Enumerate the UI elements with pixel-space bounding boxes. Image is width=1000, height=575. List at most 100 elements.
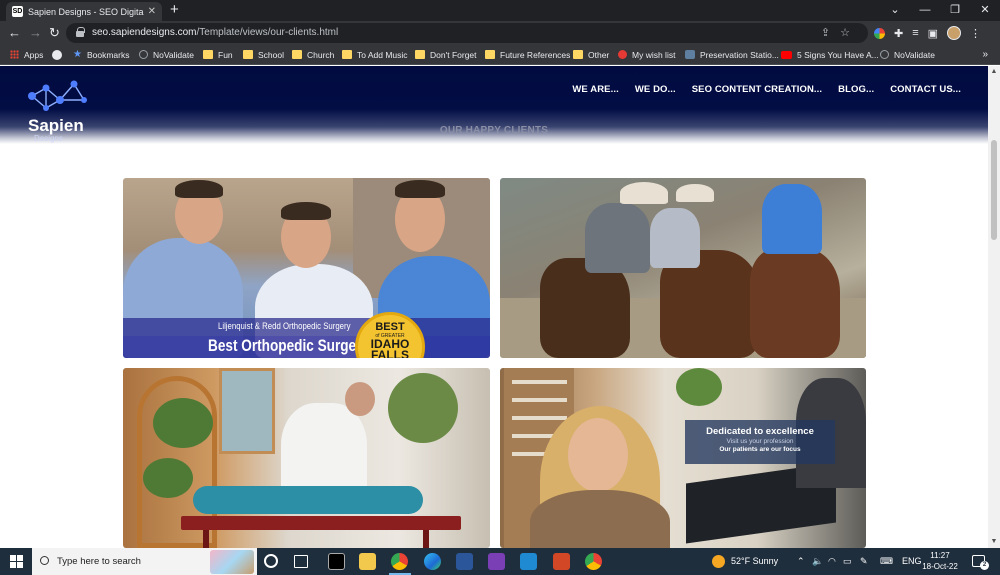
folder-icon [243,50,253,59]
client-card-orthopedic[interactable]: Liljenquist & Redd Orthopedic Surgery Be… [123,178,490,358]
restore-icon[interactable]: ❐ [940,0,970,21]
puzzle-extensions-icon[interactable]: ✚ [894,27,903,40]
share-and-bookmark-icons: ⇪☆ [821,23,860,43]
word-icon[interactable] [456,553,473,570]
page-viewport: Sapien Designs WE ARE... WE DO... SEO CO… [0,66,988,548]
keyboard-icon[interactable]: ⌨ [880,548,893,575]
lock-icon[interactable] [76,27,85,37]
reading-list-icon[interactable]: ≡ [912,27,918,39]
powerpoint-icon[interactable] [553,553,570,570]
bookmark-apps[interactable]: Apps [10,45,43,64]
more-bookmarks-icon[interactable]: » [982,45,988,64]
bookmark-church[interactable]: Church [292,45,334,64]
clock-time: 11:27 [930,551,950,560]
volume-icon[interactable]: 🔈 [812,548,823,575]
plant [676,368,722,406]
terminal-icon[interactable] [328,553,345,570]
cortana-icon[interactable] [264,554,278,568]
profile-avatar[interactable] [947,26,962,40]
reload-icon[interactable]: ↻ [49,24,60,42]
search-icon [40,556,49,565]
forward-icon[interactable]: → [29,24,42,42]
scroll-down-icon[interactable]: ▼ [988,536,1000,548]
bookmark-fun[interactable]: Fun [203,45,233,64]
wifi-icon[interactable]: ◠ [828,548,836,575]
bookmark-dont-forget[interactable]: Don't Forget [415,45,477,64]
bookmark-to-add-music[interactable]: To Add Music [342,45,408,64]
bookmark-novalidate[interactable]: NoValidate [139,45,194,64]
visual-studio-icon[interactable] [488,553,505,570]
cowboy-hat-center [676,184,714,202]
bookmark-school[interactable]: School [243,45,284,64]
bookmark-future-references[interactable]: Future References [485,45,570,64]
star-icon: ★ [73,49,82,60]
nav-we-do[interactable]: WE DO... [635,84,676,95]
chrome-second-icon[interactable] [585,553,602,570]
nav-seo-content-creation[interactable]: SEO CONTENT CREATION... [692,84,822,95]
browser-tab-active[interactable]: SD Sapien Designs - SEO Digital Ma ✕ [6,2,162,21]
weather-sun-icon[interactable] [712,555,725,568]
side-panel-icon[interactable]: ▣ [928,27,938,40]
bookmark-star-icon[interactable]: ☆ [840,27,860,39]
bookmark-github[interactable] [52,45,67,64]
client-card-ranch[interactable] [500,178,866,358]
nav-contact-us[interactable]: CONTACT US... [890,84,961,95]
close-tab-icon[interactable]: ✕ [148,6,156,17]
scroll-up-icon[interactable]: ▲ [988,66,1000,78]
new-tab-button[interactable]: + [170,1,179,19]
site-icon [685,50,695,59]
back-icon[interactable]: ← [8,24,21,42]
tagline-title: Dedicated to excellence [706,426,814,437]
taskbar-search[interactable]: Type here to search [32,548,257,575]
bookmark-novalidate-2[interactable]: NoValidate [880,45,935,64]
plant-right [388,373,458,443]
battery-icon[interactable]: ▭ [843,548,852,575]
url-text: seo.sapiendesigns.com/Template/views/our… [92,27,339,38]
bookmark-preservation-station[interactable]: Preservation Statio... [685,45,779,64]
file-explorer-icon[interactable] [359,553,376,570]
minimize-icon[interactable]: — [910,0,940,21]
bookmark-bookmarks[interactable]: ★ Bookmarks [73,45,129,64]
nav-we-are[interactable]: WE ARE... [572,84,618,95]
cowboy-hat-left [620,182,668,204]
scrollbar-thumb[interactable] [991,140,997,240]
close-window-icon[interactable]: ✕ [970,0,1000,21]
nav-blog[interactable]: BLOG... [838,84,874,95]
client-card-dental-office[interactable]: Dedicated to excellence Visit us your pr… [500,368,866,548]
bookmark-other[interactable]: Other [573,45,609,64]
folder-icon [342,50,352,59]
rider-left [585,203,650,273]
task-view-icon[interactable] [294,555,308,568]
pen-icon[interactable]: ✎ [860,548,868,575]
tab-search-icon[interactable]: ⌄ [880,0,910,21]
show-hidden-icons-icon[interactable]: ⌃ [797,548,805,575]
apps-grid-icon [10,50,19,59]
plant-left [153,398,213,448]
site-favicon-icon: SD [12,6,23,17]
page-scrollbar[interactable]: ▲ ▼ [988,66,1000,548]
search-placeholder: Type here to search [57,556,141,567]
chrome-icon[interactable] [391,553,408,570]
notification-count: 2 [980,561,989,570]
menu-kebab-icon[interactable]: ⋮ [970,27,981,40]
tagline-box: Dedicated to excellence Visit us your pr… [685,420,835,464]
bookmark-my-wish-list[interactable]: My wish list [618,45,675,64]
windows-start-icon[interactable] [10,555,23,568]
share-icon[interactable]: ⇪ [821,27,840,39]
system-clock[interactable]: 11:27 18-Oct-22 [918,550,962,572]
vscode-icon[interactable] [520,553,537,570]
bookmark-5-signs[interactable]: 5 Signs You Have A... [781,45,879,64]
client-card-chiropractor[interactable] [123,368,490,548]
horse-left [540,258,630,358]
plant-left-lower [143,458,193,498]
horse-right [750,248,840,358]
weather-text[interactable]: 52°F Sunny [731,548,778,575]
doctor-right-hair [395,180,445,198]
color-extension-icon[interactable] [874,27,885,39]
address-bar[interactable]: seo.sapiendesigns.com/Template/views/our… [66,23,868,43]
folder-icon [485,50,495,59]
tagline-subtitle: Visit us your profession [726,438,794,445]
edge-icon[interactable] [424,553,441,570]
wall-art [219,368,275,454]
section-title: OUR HAPPY CLIENTS [439,125,549,136]
